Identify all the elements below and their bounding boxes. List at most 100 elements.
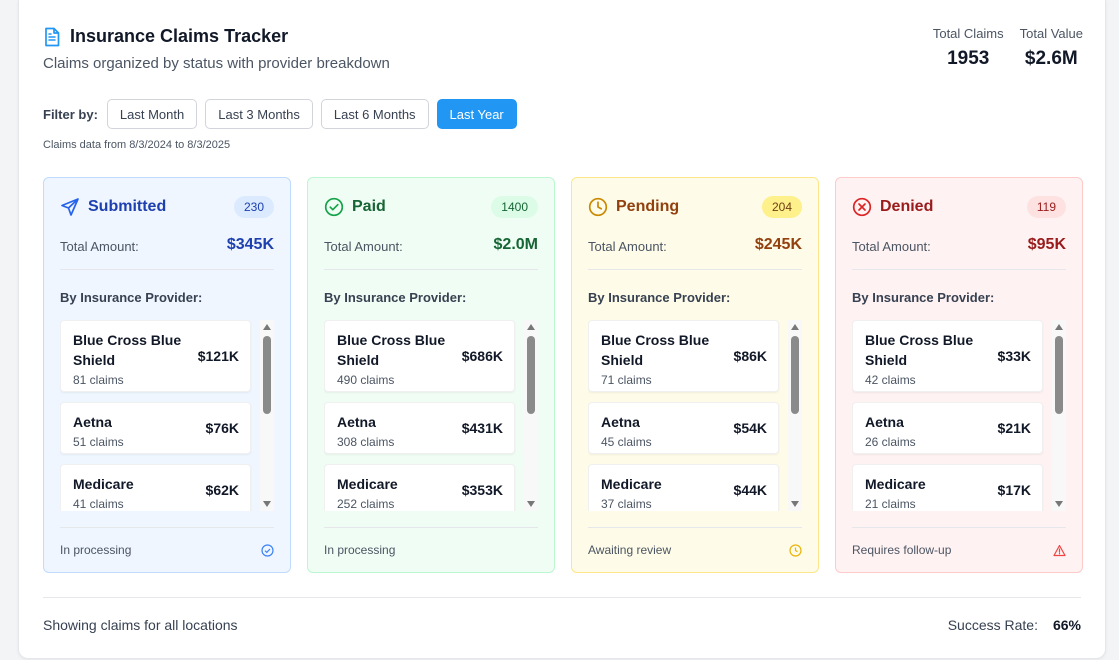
column-status-note: Awaiting review <box>588 543 672 557</box>
total-amount-label: Total Amount: <box>588 239 667 254</box>
provider-list[interactable]: Blue Cross Blue Shield 42 claims $33K Ae… <box>852 320 1068 511</box>
status-columns: Submitted 230 Total Amount: $345K By Ins… <box>43 177 1083 573</box>
column-paid: Paid 1400 Total Amount: $2.0M By Insuran… <box>307 177 555 573</box>
provider-card[interactable]: Aetna 308 claims $431K <box>324 402 515 454</box>
page-title: Insurance Claims Tracker <box>70 26 289 46</box>
scroll-up-icon[interactable] <box>527 324 535 330</box>
provider-name: Aetna <box>337 414 376 430</box>
total-amount-label: Total Amount: <box>324 239 403 254</box>
scroll-thumb[interactable] <box>263 336 271 414</box>
provider-card[interactable]: Blue Cross Blue Shield 490 claims $686K <box>324 320 515 392</box>
alert-triangle-icon <box>1053 544 1066 556</box>
scroll-up-icon[interactable] <box>263 324 271 330</box>
column-header: Submitted 230 <box>60 196 274 218</box>
provider-scrollbar[interactable] <box>524 320 538 511</box>
scroll-thumb[interactable] <box>791 336 799 414</box>
provider-card[interactable]: Aetna 51 claims $76K <box>60 402 251 454</box>
provider-name: Blue Cross Blue Shield <box>73 332 182 368</box>
filter-last-month-button[interactable]: Last Month <box>106 99 198 129</box>
total-value: Total Value $2.6M <box>1020 26 1083 70</box>
filter-bar: Filter by: Last Month Last 3 Months Last… <box>43 99 517 129</box>
provider-section-title: By Insurance Provider: <box>324 290 467 305</box>
provider-card[interactable]: Medicare 41 claims $62K <box>60 464 251 511</box>
column-title: Paid <box>352 198 386 215</box>
provider-amount: $431K <box>461 420 503 436</box>
provider-name: Aetna <box>73 414 112 430</box>
filter-label: Filter by: <box>43 106 98 122</box>
provider-claims: 51 claims <box>73 435 124 449</box>
provider-list[interactable]: Blue Cross Blue Shield 81 claims $121K A… <box>60 320 276 511</box>
filter-last-3-months-button[interactable]: Last 3 Months <box>205 99 313 129</box>
scroll-thumb[interactable] <box>527 336 535 414</box>
column-title: Submitted <box>88 198 167 215</box>
provider-amount: $62K <box>205 482 239 498</box>
provider-claims: 21 claims <box>865 497 916 511</box>
provider-amount: $686K <box>461 348 503 364</box>
column-status-note: In processing <box>60 543 132 557</box>
scroll-up-icon[interactable] <box>791 324 799 330</box>
provider-claims: 81 claims <box>73 373 124 387</box>
filter-last-6-months-button[interactable]: Last 6 Months <box>320 99 429 129</box>
provider-claims: 42 claims <box>865 373 916 387</box>
send-icon <box>61 198 79 216</box>
scroll-up-icon[interactable] <box>1055 324 1063 330</box>
total-amount-value: $95K <box>1027 236 1066 253</box>
column-title: Pending <box>616 198 680 215</box>
provider-list[interactable]: Blue Cross Blue Shield 490 claims $686K … <box>324 320 540 511</box>
column-pending: Pending 204 Total Amount: $245K By Insur… <box>571 177 819 573</box>
provider-card[interactable]: Medicare 252 claims $353K <box>324 464 515 511</box>
provider-card[interactable]: Aetna 26 claims $21K <box>852 402 1043 454</box>
provider-section-title: By Insurance Provider: <box>852 290 995 305</box>
clock-check-icon <box>261 543 274 557</box>
total-amount-label: Total Amount: <box>60 239 139 254</box>
total-claims-value: 1953 <box>947 48 990 69</box>
provider-list[interactable]: Blue Cross Blue Shield 71 claims $86K Ae… <box>588 320 804 511</box>
provider-claims: 45 claims <box>601 435 652 449</box>
column-denied: Denied 119 Total Amount: $95K By Insuran… <box>835 177 1083 573</box>
column-footer: In processing <box>324 527 538 572</box>
summary-totals: Total Claims 1953 Total Value $2.6M <box>933 26 1083 70</box>
filter-last-year-button[interactable]: Last Year <box>436 99 517 129</box>
column-footer: Requires follow-up <box>852 527 1066 572</box>
column-status-note: Requires follow-up <box>852 543 952 557</box>
document-icon <box>45 27 60 46</box>
provider-scrollbar[interactable] <box>260 320 274 511</box>
success-rate-value: 66% <box>1052 616 1081 633</box>
provider-name: Medicare <box>601 476 662 492</box>
column-submitted: Submitted 230 Total Amount: $345K By Ins… <box>43 177 291 573</box>
provider-scrollbar[interactable] <box>788 320 802 511</box>
provider-name: Medicare <box>73 476 134 492</box>
provider-card[interactable]: Medicare 21 claims $17K <box>852 464 1043 511</box>
total-amount-label: Total Amount: <box>852 239 931 254</box>
provider-card[interactable]: Blue Cross Blue Shield 71 claims $86K <box>588 320 779 392</box>
page-footer: Showing claims for all locations Success… <box>43 597 1081 651</box>
provider-claims: 490 claims <box>337 373 395 387</box>
provider-scrollbar[interactable] <box>1052 320 1066 511</box>
page-subtitle: Claims organized by status with provider… <box>43 55 390 72</box>
scroll-down-icon[interactable] <box>263 501 271 507</box>
scroll-down-icon[interactable] <box>527 501 535 507</box>
provider-amount: $86K <box>733 348 767 364</box>
total-claims: Total Claims 1953 <box>933 26 1004 70</box>
date-range-note: Claims data from 8/3/2024 to 8/3/2025 <box>43 139 231 151</box>
provider-claims: 71 claims <box>601 373 652 387</box>
provider-card[interactable]: Blue Cross Blue Shield 81 claims $121K <box>60 320 251 392</box>
provider-card[interactable]: Medicare 37 claims $44K <box>588 464 779 511</box>
scroll-down-icon[interactable] <box>791 501 799 507</box>
count-badge: 1400 <box>491 196 538 218</box>
scroll-down-icon[interactable] <box>1055 501 1063 507</box>
column-total: Total Amount: $345K <box>60 236 274 270</box>
provider-name: Blue Cross Blue Shield <box>337 332 446 368</box>
provider-section-title: By Insurance Provider: <box>60 290 203 305</box>
page-header: Insurance Claims Tracker Claims organize… <box>43 26 1083 76</box>
provider-card[interactable]: Aetna 45 claims $54K <box>588 402 779 454</box>
check-circle-icon <box>324 197 344 217</box>
column-total: Total Amount: $2.0M <box>324 236 538 270</box>
provider-claims: 308 claims <box>337 435 395 449</box>
column-status-note: In processing <box>324 543 396 557</box>
count-badge: 230 <box>233 196 274 218</box>
title-row: Insurance Claims Tracker <box>43 26 1083 47</box>
provider-card[interactable]: Blue Cross Blue Shield 42 claims $33K <box>852 320 1043 392</box>
provider-amount: $353K <box>461 482 503 498</box>
scroll-thumb[interactable] <box>1055 336 1063 414</box>
